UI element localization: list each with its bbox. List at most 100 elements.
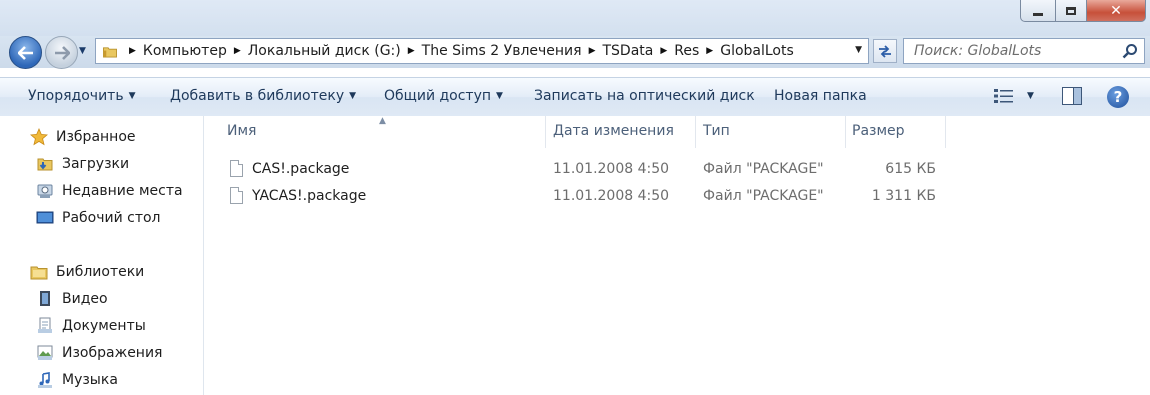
breadcrumb-globallots[interactable]: GlobalLots — [720, 43, 794, 59]
chevron-down-icon: ▼ — [349, 91, 357, 101]
sidebar-libraries-label: Библиотеки — [56, 264, 145, 280]
file-name-cell: CAS!.package — [230, 160, 349, 177]
file-type: Файл "PACKAGE" — [703, 188, 824, 204]
column-header-type[interactable]: Тип — [703, 116, 846, 148]
minimize-icon — [1033, 12, 1043, 16]
column-header-date[interactable]: Дата изменения — [553, 116, 696, 148]
forward-arrow-icon — [54, 45, 70, 60]
breadcrumb-separator-icon[interactable]: ▶ — [129, 46, 136, 56]
refresh-button[interactable] — [873, 39, 897, 63]
burn-label: Записать на оптический диск — [534, 88, 755, 104]
file-date: 11.01.2008 4:50 — [553, 188, 670, 204]
command-bar: Упорядочить ▼ Добавить в библиотеку ▼ Общи… — [0, 77, 1150, 117]
column-header-label: Имя — [227, 123, 257, 139]
back-arrow-icon — [17, 45, 33, 60]
column-header-label: Дата изменения — [553, 123, 674, 139]
view-options-dropdown-icon[interactable]: ▼ — [1027, 91, 1034, 101]
navigation-bar: ▼ ▶ Компьютер ▶ Локальный диск (G:) ▶ Th… — [0, 36, 1150, 69]
breadcrumb-separator-icon[interactable]: ▶ — [660, 46, 667, 56]
back-button[interactable] — [9, 36, 42, 69]
new-folder-label: Новая папка — [774, 88, 867, 104]
breadcrumb-computer[interactable]: Компьютер — [143, 43, 227, 59]
sidebar-item-music[interactable]: Музыка — [36, 370, 118, 390]
sidebar-item-label: Загрузки — [62, 156, 130, 172]
forward-button[interactable] — [45, 36, 78, 69]
breadcrumb-local-disk[interactable]: Локальный диск (G:) — [248, 43, 401, 59]
share-button[interactable]: Общий доступ ▼ — [384, 88, 503, 104]
sidebar-favorites[interactable]: Избранное — [30, 127, 136, 147]
file-row[interactable]: CAS!.package 11.01.2008 4:50 Файл "PACKA… — [204, 156, 1150, 182]
music-library-icon — [36, 371, 54, 389]
file-icon — [230, 160, 243, 177]
sidebar-item-label: Изображения — [62, 345, 163, 361]
breadcrumb-separator-icon[interactable]: ▶ — [234, 46, 241, 56]
chevron-down-icon: ▼ — [128, 91, 136, 101]
breadcrumb-separator-icon[interactable]: ▶ — [706, 46, 713, 56]
sidebar-item-pictures[interactable]: Изображения — [36, 343, 162, 363]
breadcrumb-separator-icon[interactable]: ▶ — [408, 46, 415, 56]
close-icon: ✕ — [1110, 2, 1122, 19]
add-to-library-button[interactable]: Добавить в библиотеку ▼ — [170, 88, 356, 104]
change-view-icon[interactable] — [993, 87, 1015, 105]
close-button[interactable]: ✕ — [1087, 0, 1146, 22]
sidebar-item-desktop[interactable]: Рабочий стол — [36, 208, 161, 228]
address-bar[interactable]: ▶ Компьютер ▶ Локальный диск (G:) ▶ The … — [95, 38, 869, 64]
folder-icon — [103, 46, 117, 58]
preview-pane-icon[interactable] — [1062, 87, 1082, 105]
libraries-icon — [30, 263, 48, 281]
sidebar-item-documents[interactable]: Документы — [36, 316, 146, 336]
star-icon — [30, 128, 48, 146]
history-dropdown-icon[interactable]: ▼ — [79, 46, 89, 56]
pictures-library-icon — [36, 344, 54, 362]
organize-button[interactable]: Упорядочить ▼ — [28, 88, 136, 104]
sidebar-item-label: Видео — [62, 291, 108, 307]
chevron-down-icon: ▼ — [496, 91, 503, 101]
minimize-button[interactable] — [1020, 0, 1056, 22]
desktop-icon — [36, 209, 54, 227]
file-name: CAS!.package — [252, 160, 350, 177]
file-icon — [230, 187, 243, 204]
breadcrumb-res[interactable]: Res — [674, 43, 699, 59]
column-header-label: Тип — [703, 123, 730, 139]
add-to-library-label: Добавить в библиотеку — [170, 88, 345, 104]
documents-library-icon — [36, 317, 54, 335]
breadcrumb-tsdata[interactable]: TSData — [602, 43, 653, 59]
file-date: 11.01.2008 4:50 — [553, 161, 670, 177]
navigation-pane: Избранное Загрузки Недавние места Рабочи… — [0, 116, 204, 395]
help-icon[interactable]: ? — [1107, 86, 1129, 108]
window-controls: ✕ — [1020, 0, 1146, 22]
file-name-cell: YACAS!.package — [230, 187, 366, 204]
file-size: 1 311 КБ — [871, 188, 936, 204]
sidebar-item-recent-places[interactable]: Недавние места — [36, 181, 183, 201]
share-label: Общий доступ — [384, 88, 492, 104]
recent-places-icon — [36, 182, 54, 200]
sidebar-item-label: Рабочий стол — [62, 210, 161, 226]
column-header-name[interactable]: Имя — [227, 116, 546, 148]
organize-label: Упорядочить — [28, 88, 124, 104]
title-bar: ✕ — [0, 0, 1150, 36]
file-list: ▲ Имя Дата изменения Тип Размер CAS!.pac… — [204, 116, 1150, 395]
file-size: 615 КБ — [885, 161, 936, 177]
sidebar-favorites-label: Избранное — [56, 129, 136, 145]
burn-button[interactable]: Записать на оптический диск — [534, 88, 755, 104]
sidebar-item-label: Недавние места — [62, 183, 183, 199]
sidebar-item-label: Музыка — [62, 372, 118, 388]
breadcrumb-sims[interactable]: The Sims 2 Увлечения — [422, 43, 582, 59]
search-placeholder: Поиск: GlobalLots — [914, 43, 1042, 59]
column-header-size[interactable]: Размер — [852, 116, 946, 148]
sidebar-item-label: Документы — [62, 318, 146, 334]
address-dropdown-icon[interactable]: ▼ — [855, 45, 862, 55]
sidebar-item-downloads[interactable]: Загрузки — [36, 154, 129, 174]
file-row[interactable]: YACAS!.package 11.01.2008 4:50 Файл "PAC… — [204, 183, 1150, 209]
new-folder-button[interactable]: Новая папка — [774, 88, 867, 104]
breadcrumb-separator-icon[interactable]: ▶ — [589, 46, 596, 56]
maximize-button[interactable] — [1056, 0, 1087, 22]
sidebar-libraries[interactable]: Библиотеки — [30, 262, 144, 282]
search-box[interactable]: Поиск: GlobalLots — [903, 38, 1145, 64]
refresh-icon — [879, 45, 891, 58]
downloads-folder-icon — [36, 155, 54, 173]
search-icon[interactable] — [1122, 43, 1138, 59]
sidebar-item-video[interactable]: Видео — [36, 289, 108, 309]
column-header-label: Размер — [852, 123, 905, 139]
file-type: Файл "PACKAGE" — [703, 161, 824, 177]
